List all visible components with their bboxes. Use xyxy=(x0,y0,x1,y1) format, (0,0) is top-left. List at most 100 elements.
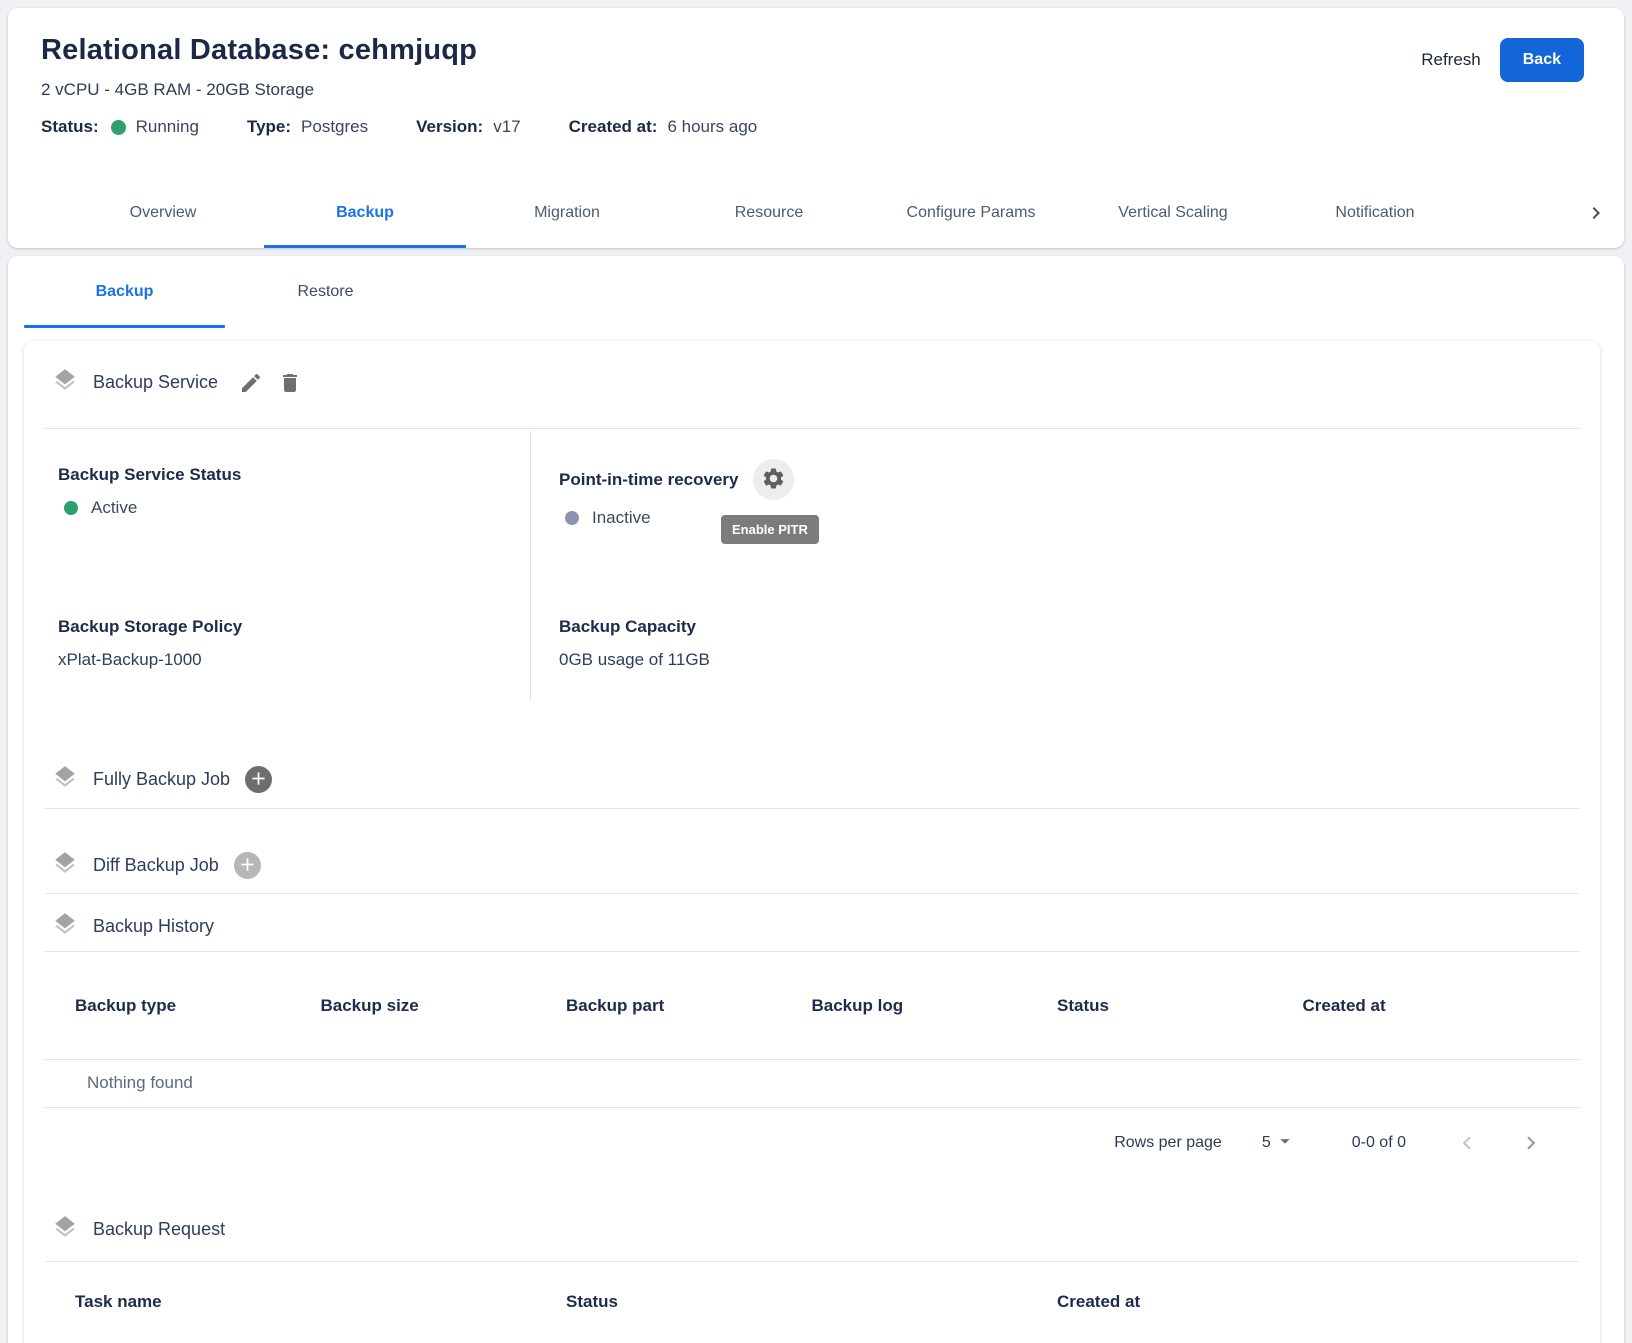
inactive-status-dot xyxy=(565,511,579,525)
backup-history-pagination: Rows per page 5 0-0 of 0 xyxy=(24,1108,1600,1178)
backup-panel: Backup Service Backup Service Status Act… xyxy=(24,341,1600,1343)
chevron-right-icon xyxy=(1584,213,1608,228)
header-card: Relational Database: cehmjuqp 2 vCPU - 4… xyxy=(8,8,1624,248)
column-status: Status xyxy=(566,1292,1057,1312)
add-diff-backup-job-button[interactable] xyxy=(234,852,261,879)
column-created-at: Created at xyxy=(1303,996,1549,1016)
backup-request-title: Backup Request xyxy=(93,1219,225,1240)
add-plus-icon xyxy=(237,854,258,878)
delete-backup-service-button[interactable] xyxy=(278,371,302,395)
chevron-right-icon xyxy=(1518,1144,1544,1159)
backup-service-status-value-row: Active xyxy=(64,498,530,518)
tab-vertical-scaling[interactable]: Vertical Scaling xyxy=(1072,178,1274,248)
type-group: Type: Postgres xyxy=(247,117,368,137)
back-button[interactable]: Back xyxy=(1500,38,1584,82)
storage-policy-cell: Backup Storage Policy xPlat-Backup-1000 xyxy=(24,591,530,709)
backup-service-title: Backup Service xyxy=(93,372,218,393)
pitr-label-row: Point-in-time recovery xyxy=(559,459,1600,500)
backup-capacity-label: Backup Capacity xyxy=(559,617,1600,637)
status-label: Status: xyxy=(41,117,99,137)
status-group: Status: Running xyxy=(41,117,199,137)
type-value: Postgres xyxy=(301,117,368,137)
pitr-settings-button[interactable] xyxy=(753,459,794,500)
content-card: Backup Restore Backup Service xyxy=(8,256,1624,1343)
rows-per-page-label: Rows per page xyxy=(1114,1134,1222,1152)
dropdown-caret-icon xyxy=(1274,1130,1296,1157)
meta-row: Status: Running Type: Postgres Version: … xyxy=(41,117,1591,137)
fully-backup-job-title: Fully Backup Job xyxy=(93,769,230,790)
pitr-value: Inactive xyxy=(592,508,651,528)
column-status: Status xyxy=(1057,996,1303,1016)
backup-history-title: Backup History xyxy=(93,916,214,937)
subtab-backup[interactable]: Backup xyxy=(24,256,225,328)
backup-history-table-header: Backup type Backup size Backup part Back… xyxy=(24,952,1600,1059)
refresh-button[interactable]: Refresh xyxy=(1421,50,1481,70)
add-plus-icon xyxy=(248,768,269,792)
tab-resource[interactable]: Resource xyxy=(668,178,870,248)
previous-page-button[interactable] xyxy=(1454,1130,1480,1156)
backup-service-header: Backup Service xyxy=(24,341,1600,428)
backup-request-header: Backup Request xyxy=(24,1178,1600,1261)
column-created-at: Created at xyxy=(1057,1292,1548,1312)
tab-notification[interactable]: Notification xyxy=(1274,178,1476,248)
backup-history-empty-row: Nothing found xyxy=(24,1060,1600,1107)
add-fully-backup-job-button[interactable] xyxy=(245,766,272,793)
created-at-value: 6 hours ago xyxy=(667,117,757,137)
running-status-dot xyxy=(111,120,126,135)
backup-service-status-label: Backup Service Status xyxy=(58,465,530,485)
tab-overview[interactable]: Overview xyxy=(62,178,264,248)
tab-configure-params[interactable]: Configure Params xyxy=(870,178,1072,248)
enable-pitr-tooltip: Enable PITR xyxy=(721,515,819,544)
edit-backup-service-button[interactable] xyxy=(239,371,263,395)
version-label: Version: xyxy=(416,117,483,137)
layers-icon xyxy=(52,911,78,942)
header-info: Relational Database: cehmjuqp 2 vCPU - 4… xyxy=(8,8,1624,137)
layers-icon xyxy=(52,367,78,398)
pitr-label: Point-in-time recovery xyxy=(559,470,739,490)
fully-backup-job-header: Fully Backup Job xyxy=(24,709,1600,808)
db-specs: 2 vCPU - 4GB RAM - 20GB Storage xyxy=(41,80,1591,100)
diff-backup-job-title: Diff Backup Job xyxy=(93,855,219,876)
next-page-button[interactable] xyxy=(1518,1130,1544,1156)
subtab-restore[interactable]: Restore xyxy=(225,256,426,328)
version-group: Version: v17 xyxy=(416,117,521,137)
backup-capacity-cell: Backup Capacity 0GB usage of 11GB xyxy=(530,591,1600,709)
tabs-scroll-right-button[interactable] xyxy=(1584,201,1608,225)
backup-service-grid: Backup Service Status Active Point-in-ti… xyxy=(24,429,1600,709)
tab-backup[interactable]: Backup xyxy=(264,178,466,248)
pagination-range-text: 0-0 of 0 xyxy=(1352,1134,1406,1152)
page-title: Relational Database: cehmjuqp xyxy=(41,34,1591,67)
status-value: Running xyxy=(136,117,199,137)
layers-icon xyxy=(52,1214,78,1245)
layers-icon xyxy=(52,764,78,795)
tab-migration[interactable]: Migration xyxy=(466,178,668,248)
column-backup-size: Backup size xyxy=(321,996,567,1016)
sub-tab-bar: Backup Restore xyxy=(8,256,1624,328)
storage-policy-value: xPlat-Backup-1000 xyxy=(58,650,530,670)
edit-pencil-icon xyxy=(239,383,263,398)
created-at-label: Created at: xyxy=(569,117,658,137)
created-group: Created at: 6 hours ago xyxy=(569,117,758,137)
backup-history-header: Backup History xyxy=(24,894,1600,951)
backup-request-table-header: Task name Status Created at xyxy=(24,1262,1600,1343)
main-tab-bar: Overview Backup Migration Resource Confi… xyxy=(8,178,1624,248)
rows-per-page-select[interactable]: 5 xyxy=(1262,1130,1296,1157)
column-backup-part: Backup part xyxy=(566,996,812,1016)
header-actions: Refresh Back xyxy=(1421,38,1584,82)
diff-backup-job-header: Diff Backup Job xyxy=(24,809,1600,893)
backup-capacity-value: 0GB usage of 11GB xyxy=(559,650,1600,670)
version-value: v17 xyxy=(493,117,520,137)
column-backup-type: Backup type xyxy=(75,996,321,1016)
rows-per-page-value: 5 xyxy=(1262,1134,1271,1152)
layers-icon xyxy=(52,850,78,881)
pitr-cell: Point-in-time recovery Inactive Enable P… xyxy=(530,429,1600,591)
storage-policy-label: Backup Storage Policy xyxy=(58,617,530,637)
backup-service-status-cell: Backup Service Status Active xyxy=(24,429,530,591)
column-backup-log: Backup log xyxy=(812,996,1058,1016)
trash-icon xyxy=(278,383,302,398)
backup-service-status-value: Active xyxy=(91,498,137,518)
active-status-dot xyxy=(64,501,78,515)
gear-icon xyxy=(761,466,786,494)
column-task-name: Task name xyxy=(75,1292,566,1312)
chevron-left-icon xyxy=(1454,1144,1480,1159)
